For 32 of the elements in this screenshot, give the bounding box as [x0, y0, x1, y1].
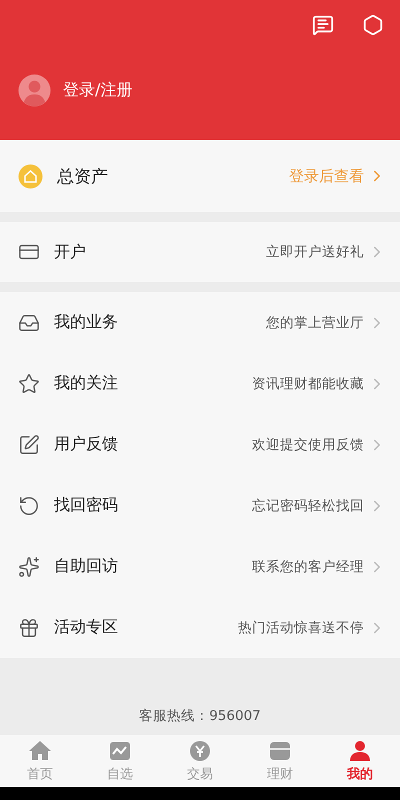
coin-icon — [188, 739, 212, 763]
menu-label: 开户 — [54, 242, 87, 262]
house-coin-icon — [18, 164, 43, 188]
tab[interactable]: 我的 — [320, 735, 400, 787]
home-icon — [28, 739, 52, 763]
menu-hint: 立即开户送好礼 — [266, 243, 364, 261]
menu-hint: 联系您的客户经理 — [252, 558, 364, 576]
message-icon[interactable] — [312, 14, 334, 36]
menu-hint: 热门活动惊喜送不停 — [238, 618, 364, 636]
avatar-icon — [18, 74, 51, 107]
menu-hint: 您的掌上营业厅 — [266, 314, 364, 332]
settings-icon[interactable] — [362, 14, 384, 36]
gift-icon — [18, 616, 40, 638]
menu-hint: 资讯理财都能收藏 — [252, 374, 364, 392]
sparkle-icon — [18, 556, 40, 578]
menu-label: 我的关注 — [54, 373, 119, 394]
menu-label: 活动专区 — [54, 617, 119, 638]
menu-label: 自助回访 — [54, 556, 119, 577]
menu-label: 找回密码 — [54, 495, 119, 516]
shop-icon — [268, 739, 292, 763]
star-icon — [18, 372, 40, 394]
person-icon — [348, 739, 372, 763]
menu-label: 我的业务 — [54, 312, 119, 333]
refresh-icon — [18, 494, 40, 516]
total-assets-label: 总资产 — [57, 166, 109, 188]
chart-icon — [108, 739, 132, 763]
pencil-icon — [18, 434, 40, 456]
menu-label: 用户反馈 — [54, 434, 119, 455]
menu-hint: 欢迎提交使用反馈 — [252, 436, 364, 454]
hotline-text: 客服热线：956007 — [139, 707, 261, 725]
login-register-link[interactable]: 登录/注册 — [63, 80, 132, 101]
menu-hint: 忘记密码轻松找回 — [252, 496, 364, 514]
